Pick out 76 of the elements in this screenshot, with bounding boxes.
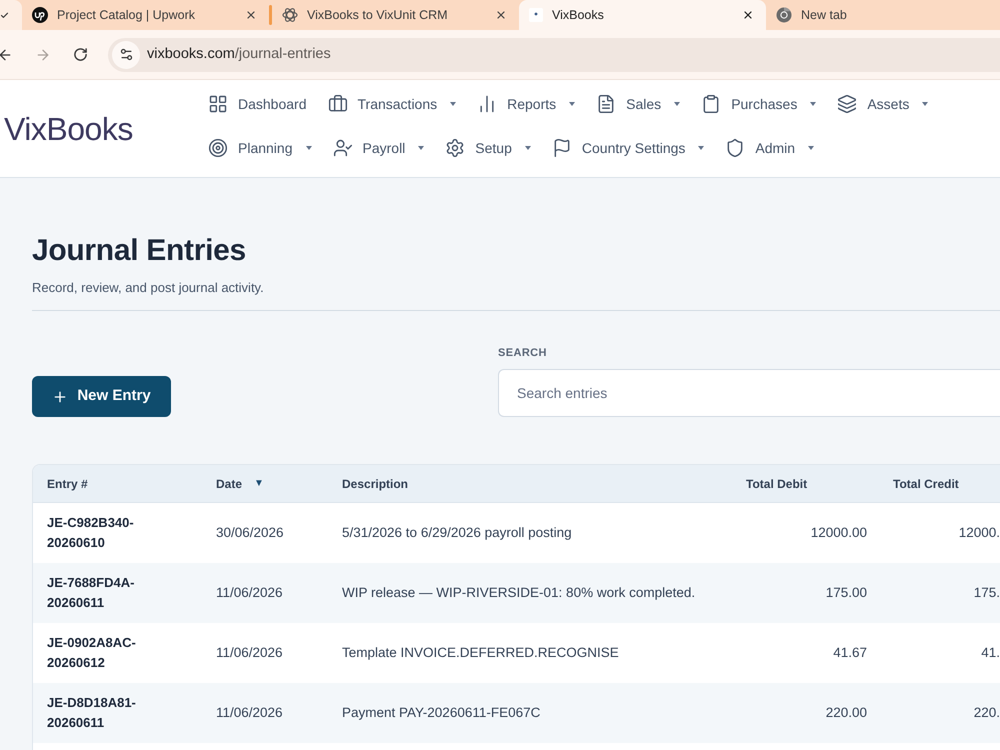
nav-link[interactable]: Transactions (328, 94, 456, 114)
browser-tab[interactable]: VixBooks to VixUnit CRM (272, 0, 519, 30)
credit-amount: 220. (974, 704, 1000, 722)
flag-icon (552, 138, 572, 158)
search-field[interactable]: Search entries (498, 369, 1000, 417)
user-check-icon (332, 138, 352, 158)
column-header[interactable]: Description (328, 465, 732, 502)
close-icon[interactable] (495, 9, 507, 21)
entry-date: 11/06/2026 (216, 704, 283, 722)
knot-logo-icon (282, 7, 298, 23)
sort-indicator: ▼ (254, 477, 264, 491)
entry-description: Template INVOICE.DEFERRED.RECOGNISE (342, 644, 619, 662)
site-info-button[interactable] (112, 40, 140, 68)
entry-date: 11/06/2026 (216, 644, 283, 662)
browser-tab[interactable]: VixBooks (519, 0, 766, 30)
nav-link[interactable]: Assets (837, 94, 928, 114)
clipboard-icon (701, 94, 722, 114)
document-icon (596, 94, 616, 114)
nav-link[interactable]: Planning (208, 138, 312, 158)
column-header[interactable]: Date ▼ (202, 465, 328, 502)
entry-number: JE-7688FD4A-20260611 (47, 574, 136, 612)
credit-amount: 175. (974, 584, 1000, 602)
settings-icon (445, 138, 466, 158)
grid-icon (208, 94, 228, 114)
browser-tab[interactable]: Project Catalog | Upwork (22, 0, 269, 30)
new-entry-button[interactable]: New Entry (32, 376, 171, 417)
entry-description: WIP release — WIP-RIVERSIDE-01: 80% work completed. (342, 584, 696, 602)
debit-amount: 220.00 (826, 704, 867, 722)
round-logo-icon (32, 7, 48, 23)
nav-link[interactable]: Reports (477, 94, 576, 114)
app-logo[interactable]: VixBooks (4, 110, 156, 146)
nav-link[interactable]: Dashboard (208, 94, 306, 114)
close-icon[interactable] (245, 9, 257, 21)
tab-title: VixBooks to VixUnit CRM (307, 6, 449, 24)
entry-number: JE-D8D18A81-20260611 (47, 694, 137, 732)
column-header[interactable]: Total Credit (881, 465, 1000, 502)
entry-description: 5/31/2026 to 6/29/2026 payroll posting (342, 524, 572, 542)
briefcase-icon (328, 94, 348, 114)
debit-amount: 41.67 (833, 644, 867, 662)
shield-icon (725, 138, 746, 158)
target-icon (208, 138, 228, 158)
browser-tab[interactable]: New tab (766, 0, 1000, 30)
circle-logo-icon (776, 7, 792, 23)
column-header[interactable]: Entry # (33, 465, 202, 502)
nav-link[interactable]: Sales (596, 94, 680, 114)
debit-amount: 175.00 (826, 584, 867, 602)
tab-title: New tab (801, 6, 848, 24)
entry-number: JE-0902A8AC-20260612 (47, 634, 137, 672)
check-icon (0, 10, 9, 20)
nav-link[interactable]: Admin (725, 138, 814, 158)
column-header[interactable]: Total Debit (732, 465, 881, 502)
page-subtitle: Record, review, and post journal activity. (32, 279, 265, 297)
tab-title: VixBooks (552, 6, 605, 24)
debit-amount: 12000.00 (810, 524, 867, 542)
entry-date: 30/06/2026 (216, 524, 284, 542)
nav-link[interactable]: Purchases (701, 94, 816, 114)
credit-amount: 41. (981, 644, 1000, 662)
back-icon[interactable] (0, 46, 13, 62)
table-row[interactable]: JE-7688FD4A-20260611 11/06/2026 WIP release — WIP-RIVERSIDE-01: 80% work completed. 175.00 175. (33, 563, 1000, 623)
layers-icon (837, 94, 858, 114)
close-icon[interactable] (742, 9, 754, 21)
sliders-icon (118, 47, 134, 62)
entry-date: 11/06/2026 (216, 584, 283, 602)
address-bar[interactable]: vixbooks.com/journal-entries (108, 38, 1000, 72)
url-text: vixbooks.com/journal-entries (147, 44, 331, 64)
tab-title: Project Catalog | Upwork (57, 6, 196, 24)
page-title: Journal Entries (32, 233, 247, 269)
entry-description: Payment PAY-20260611-FE067C (342, 704, 540, 722)
entry-number: JE-C982B340-20260610 (47, 514, 135, 552)
nav-link[interactable]: Country Settings (552, 138, 704, 158)
table-row[interactable]: JE-D8D18A81-20260611 11/06/2026 Payment PAY-20260611-FE067C 220.00 220. (33, 683, 1000, 743)
search-label: SEARCH (498, 346, 548, 360)
reload-icon[interactable] (73, 47, 88, 62)
nav-link[interactable]: Setup (445, 138, 531, 158)
credit-amount: 12000. (958, 524, 1000, 542)
nav-link[interactable]: Payroll (332, 138, 424, 158)
